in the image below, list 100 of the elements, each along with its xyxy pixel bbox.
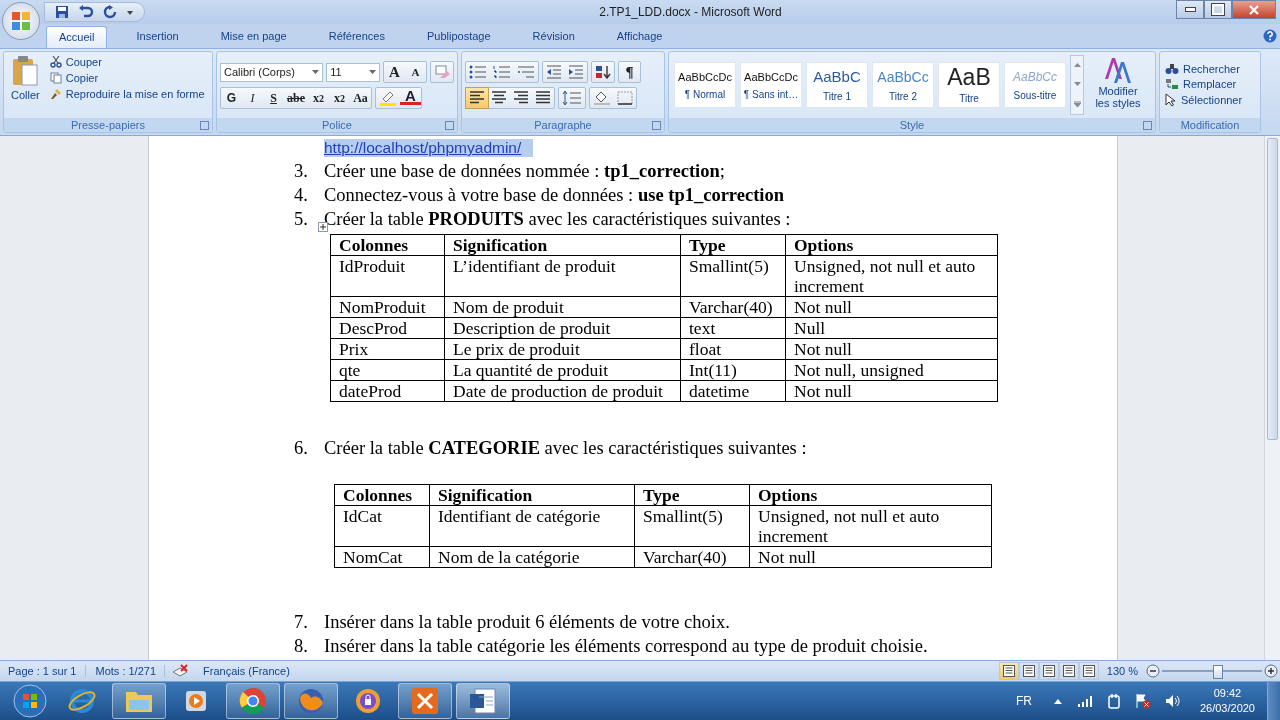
grow-font-button[interactable]: A <box>384 62 405 82</box>
style-preset[interactable]: AaBbCc Titre 2 <box>872 62 934 108</box>
column-header: Type <box>634 484 750 506</box>
speaker-icon[interactable] <box>1164 694 1181 708</box>
browser-e-icon[interactable] <box>67 686 97 716</box>
dialog-launcher-icon[interactable] <box>200 121 209 130</box>
lock-browser-icon[interactable] <box>353 686 383 716</box>
shrink-font-button[interactable]: A <box>405 62 426 82</box>
column-header: Signification <box>444 234 681 256</box>
save-icon[interactable] <box>55 5 69 19</box>
table-cell: dateProd <box>330 380 445 402</box>
ribbon-tab[interactable]: Affichage <box>603 25 676 48</box>
ribbon-tab[interactable]: Accueil <box>46 26 108 48</box>
table-cell: text <box>680 317 786 339</box>
style-preset[interactable]: AaBbCcDc ¶ Sans int… <box>740 62 802 108</box>
page-view-icon <box>1021 665 1036 677</box>
gallery-scroller[interactable] <box>1070 55 1084 115</box>
clock-date[interactable]: 26/03/2020 <box>1199 701 1255 716</box>
view-button[interactable] <box>1078 662 1099 680</box>
ribbon-tab[interactable]: Révision <box>519 25 588 48</box>
table-cell: Not null <box>749 546 992 568</box>
zoom-slider-thumb[interactable] <box>1213 665 1223 679</box>
format-button[interactable]: I <box>242 88 263 108</box>
document-link[interactable]: http://localhost/phpmyadmin/ <box>324 139 534 157</box>
zoom-level[interactable]: 130 % <box>1106 665 1138 677</box>
dropdown-caret-icon <box>312 69 320 75</box>
font-family-field[interactable]: Calibri (Corps) <box>220 62 324 82</box>
office-button[interactable] <box>2 2 40 40</box>
column-header: Colonnes <box>330 234 445 256</box>
editing-action[interactable]: Remplacer <box>1163 77 1239 91</box>
page-view-icon <box>1061 665 1076 677</box>
close-button[interactable] <box>1232 0 1276 19</box>
table-cell: Not null <box>785 338 998 360</box>
format-button[interactable]: G <box>221 88 242 108</box>
taskbar-button[interactable] <box>112 683 166 719</box>
font-size-field[interactable]: 11 <box>326 62 380 82</box>
taskbar-button[interactable] <box>226 683 280 719</box>
ribbon-tab[interactable]: Mise en page <box>207 25 300 48</box>
view-button[interactable] <box>1058 662 1079 680</box>
cursor-icon <box>1165 93 1177 107</box>
expand-gallery-icon[interactable] <box>1073 101 1081 107</box>
word-document-icon <box>468 686 498 716</box>
style-preset[interactable]: AaBbCcDc ¶ Normal <box>674 62 736 108</box>
clipboard-action[interactable]: Couper <box>47 55 207 69</box>
column-header: Options <box>785 234 998 256</box>
copy-icon <box>49 72 62 84</box>
ribbon-tab[interactable]: Références <box>315 25 398 48</box>
view-button[interactable] <box>1018 662 1039 680</box>
view-button[interactable] <box>1038 662 1059 680</box>
view-button[interactable] <box>998 662 1019 680</box>
show-formatting-button[interactable]: ¶ <box>619 62 640 82</box>
taskbar-button[interactable] <box>456 683 510 719</box>
editing-action[interactable]: Rechercher <box>1163 62 1242 76</box>
table-cell: L’identifiant de produit <box>444 255 681 297</box>
editing-action[interactable]: Sélectionner <box>1163 92 1245 108</box>
list-number: 8. <box>294 635 309 657</box>
list-number: 6. <box>294 437 309 459</box>
help-icon[interactable] <box>1263 29 1277 43</box>
list-item-text: Créer la table CATEGORIE avec les caractéristiques suivantes : <box>324 437 807 459</box>
ribbon-tab[interactable]: Insertion <box>123 25 192 48</box>
clipboard-action[interactable]: Copier <box>47 71 207 85</box>
column-header: Colonnes <box>334 484 430 506</box>
flag-alert-icon[interactable] <box>1134 693 1151 709</box>
list-item-text: Créer la table PRODUITS avec les caractéristiques suivantes : <box>324 208 791 230</box>
styles-icon <box>1103 55 1133 85</box>
customize-caret-icon[interactable] <box>126 8 134 16</box>
restore-button[interactable] <box>1204 0 1232 19</box>
style-preset[interactable]: AaB Titre <box>938 62 1000 108</box>
ribbon-tab[interactable]: Publipostage <box>414 25 504 48</box>
vertical-scrollbar[interactable] <box>1264 136 1280 660</box>
taskbar-button[interactable] <box>398 683 452 719</box>
format-button[interactable]: Aa <box>350 88 371 108</box>
start-button[interactable] <box>13 684 47 718</box>
dialog-launcher-icon[interactable] <box>1143 121 1152 130</box>
dialog-launcher-icon[interactable] <box>445 121 454 130</box>
taskbar-button[interactable] <box>284 683 338 719</box>
keyboard-language[interactable]: FR <box>1015 694 1032 708</box>
align-button[interactable] <box>466 88 488 108</box>
dialog-launcher-icon[interactable] <box>652 121 661 130</box>
scroll-up-icon[interactable] <box>1073 63 1081 68</box>
paste-button[interactable]: Coller <box>7 55 44 115</box>
format-button[interactable]: abe <box>284 88 308 108</box>
clock-time[interactable]: 09:42 <box>1213 686 1242 701</box>
language-indicator[interactable]: Français (France) <box>195 665 298 677</box>
signal-icon[interactable] <box>1076 695 1093 707</box>
redo-icon[interactable] <box>103 5 117 19</box>
style-preset[interactable]: AaBbC Titre 1 <box>806 62 868 108</box>
tray-arrow-icon[interactable] <box>1052 697 1063 705</box>
spelling-check-icon[interactable] <box>171 664 190 678</box>
zoom-out-icon[interactable] <box>1146 664 1160 678</box>
style-preset[interactable]: AaBbCc Sous-titre <box>1004 62 1066 108</box>
zoom-slider[interactable] <box>1162 664 1262 678</box>
format-button[interactable]: S <box>263 88 284 108</box>
zoom-in-icon[interactable] <box>1264 664 1278 678</box>
borders-button[interactable] <box>614 88 636 108</box>
undo-icon[interactable] <box>78 5 94 19</box>
change-styles-button[interactable]: Modifier les styles <box>1090 55 1146 115</box>
scroll-down-icon[interactable] <box>1073 82 1081 87</box>
minimize-button[interactable] <box>1176 0 1204 19</box>
clipboard-action[interactable]: Reproduire la mise en forme <box>47 87 207 101</box>
